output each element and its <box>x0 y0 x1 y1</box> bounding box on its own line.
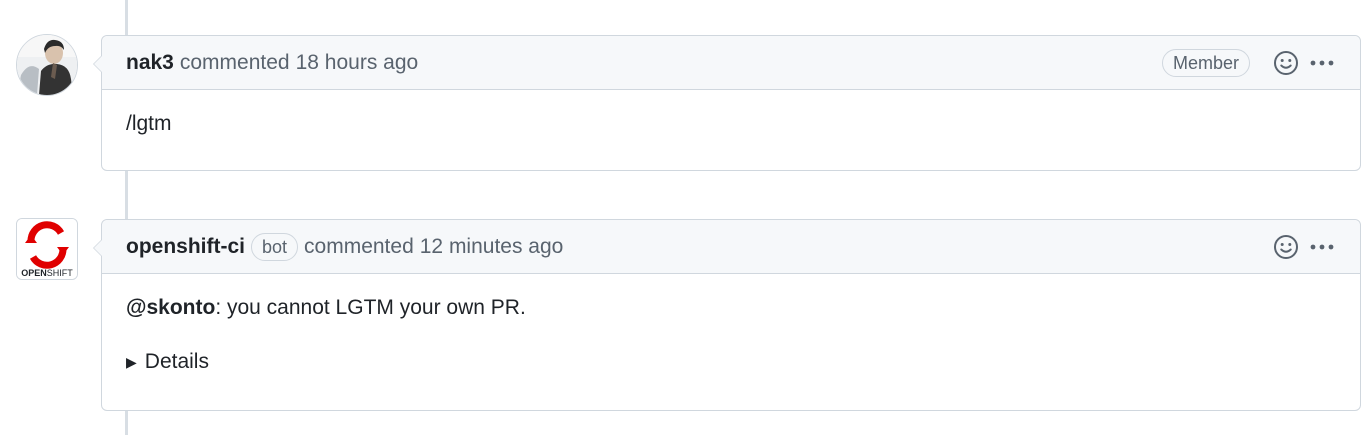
comment-message: : you cannot LGTM your own PR. <box>215 296 526 319</box>
comment-options-button[interactable] <box>1308 49 1336 77</box>
comment-author-link[interactable]: openshift-ci <box>126 235 245 259</box>
comment-author-link[interactable]: nak3 <box>126 51 174 75</box>
comment-body: @skonto: you cannot LGTM your own PR. ▶ … <box>102 274 1360 396</box>
comment-action: commented <box>304 234 414 258</box>
comment-timestamp-link[interactable]: 18 hours ago <box>296 51 419 75</box>
comment-box: openshift-ci bot commented 12 minutes ag… <box>93 219 1361 411</box>
comment-header: nak3 commented 18 hours ago Member <box>102 36 1360 90</box>
kebab-horizontal-icon <box>1310 60 1334 65</box>
comment-action: commented <box>179 50 290 74</box>
comment-options-button[interactable] <box>1308 233 1336 261</box>
bot-badge: bot <box>251 232 299 261</box>
kebab-horizontal-icon <box>1310 244 1334 249</box>
smiley-icon <box>1274 50 1298 75</box>
logo-text-open: OPEN <box>21 268 47 278</box>
comment-box: nak3 commented 18 hours ago Member /lgtm <box>93 35 1361 171</box>
openshift-logo-icon: OPENSHIFT <box>17 219 77 279</box>
user-avatar-photo-icon <box>17 35 77 95</box>
user-mention-link[interactable]: @skonto <box>126 296 215 319</box>
avatar[interactable] <box>16 34 78 96</box>
triangle-right-icon: ▶ <box>126 353 137 370</box>
details-toggle[interactable]: ▶ Details <box>126 350 1336 374</box>
smiley-icon <box>1274 234 1298 259</box>
svg-text:OPENSHIFT: OPENSHIFT <box>21 268 73 278</box>
logo-text-shift: SHIFT <box>47 268 74 278</box>
avatar[interactable]: OPENSHIFT <box>16 218 78 280</box>
add-reaction-button[interactable] <box>1272 233 1300 261</box>
author-association-badge: Member <box>1161 48 1250 77</box>
comment-text: /lgtm <box>126 112 172 135</box>
comment-header: openshift-ci bot commented 12 minutes ag… <box>102 220 1360 274</box>
comment-text: @skonto: you cannot LGTM your own PR. <box>126 296 1336 320</box>
add-reaction-button[interactable] <box>1272 49 1300 77</box>
comment-body: /lgtm <box>102 90 1360 158</box>
comment-timestamp-link[interactable]: 12 minutes ago <box>420 235 564 259</box>
details-label: Details <box>144 350 209 373</box>
